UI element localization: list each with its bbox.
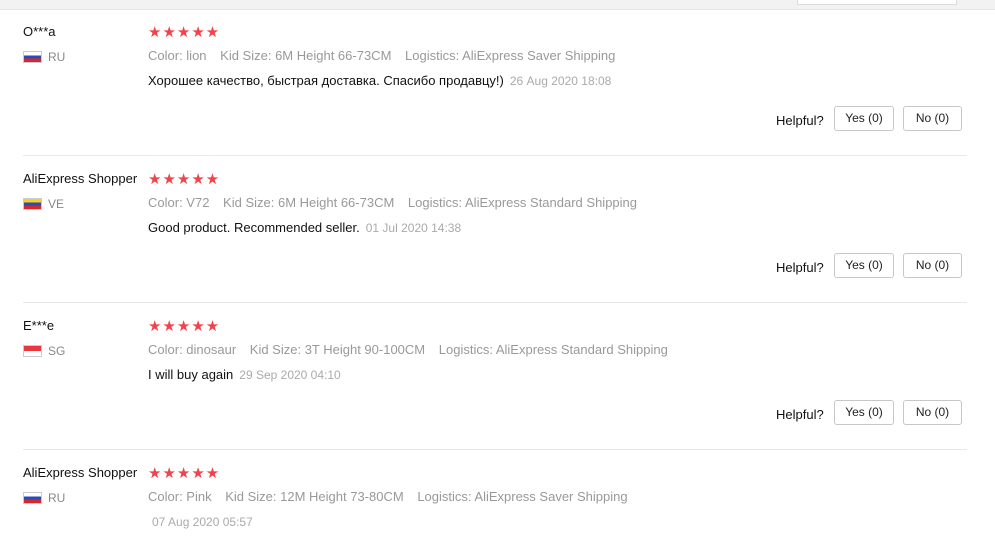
review-text: Good product. Recommended seller. — [148, 220, 360, 235]
review-divider — [23, 449, 967, 450]
helpful-no-button[interactable]: No (0) — [903, 106, 962, 131]
attr-color: Color: V72 — [148, 195, 210, 210]
attr-color: Color: Pink — [148, 489, 212, 504]
attr-size: Kid Size: 3T Height 90-100CM — [249, 342, 426, 357]
attr-logistics: Logistics: AliExpress Standard Shipping — [407, 195, 637, 210]
review-divider — [23, 155, 967, 156]
reviewer-country: SG — [23, 344, 65, 358]
attr-logistics: Logistics: AliExpress Saver Shipping — [417, 489, 628, 504]
reviewer-name: AliExpress Shopper — [23, 171, 138, 186]
review-attributes: Color: Pink Kid Size: 12M Height 73-80CM… — [148, 489, 628, 504]
star-rating: ★★★★★ — [148, 23, 220, 41]
star-rating: ★★★★★ — [148, 464, 220, 482]
country-code: SG — [48, 344, 66, 358]
star-rating: ★★★★★ — [148, 317, 220, 335]
attr-size: Kid Size: 6M Height 66-73CM — [223, 195, 395, 210]
reviewer-country: RU — [23, 50, 65, 64]
attr-color: Color: lion — [148, 48, 207, 63]
attr-logistics: Logistics: AliExpress Standard Shipping — [438, 342, 668, 357]
attr-size: Kid Size: 12M Height 73-80CM — [225, 489, 404, 504]
review-text-row: I will buy again 29 Sep 2020 04:10 — [148, 367, 341, 382]
review-attributes: Color: V72 Kid Size: 6M Height 66-73CM L… — [148, 195, 637, 210]
reviewer-name: E***e — [23, 318, 55, 333]
review-text: I will buy again — [148, 367, 234, 382]
review-attributes: Color: dinosaur Kid Size: 3T Height 90-1… — [148, 342, 668, 357]
review-attributes: Color: lion Kid Size: 6M Height 66-73CM … — [148, 48, 615, 63]
helpful-yes-button[interactable]: Yes (0) — [834, 253, 894, 278]
star-icon: ★★★★★ — [148, 465, 221, 482]
helpful-no-button[interactable]: No (0) — [903, 253, 962, 278]
country-code: RU — [48, 50, 66, 64]
reviewer-country: RU — [23, 491, 65, 505]
flag-ru-icon — [23, 492, 42, 504]
attr-logistics: Logistics: AliExpress Saver Shipping — [405, 48, 616, 63]
helpful-label: Helpful? — [776, 407, 824, 422]
star-rating: ★★★★★ — [148, 170, 220, 188]
review-date: 07 Aug 2020 05:57 — [152, 515, 253, 529]
helpful-yes-button[interactable]: Yes (0) — [834, 400, 894, 425]
reviewer-name: O***a — [23, 24, 56, 39]
review-date: 01 Jul 2020 14:38 — [365, 221, 462, 235]
review-date: 29 Sep 2020 04:10 — [239, 368, 341, 382]
review-text-row: Хорошее качество, быстрая доставка. Спас… — [148, 73, 611, 88]
helpful-no-button[interactable]: No (0) — [903, 400, 962, 425]
flag-sg-icon — [23, 345, 42, 357]
country-code: VE — [48, 197, 65, 211]
flag-ru-icon — [23, 51, 42, 63]
review-date: 26 Aug 2020 18:08 — [509, 74, 612, 88]
reviewer-country: VE — [23, 197, 64, 211]
flag-ve-icon — [23, 198, 42, 210]
attr-size: Kid Size: 6M Height 66-73CM — [220, 48, 392, 63]
review-text: Хорошее качество, быстрая доставка. Спас… — [148, 73, 504, 88]
reviewer-name: AliExpress Shopper — [23, 465, 138, 480]
sort-dropdown[interactable] — [797, 0, 957, 5]
attr-color: Color: dinosaur — [148, 342, 237, 357]
star-icon: ★★★★★ — [148, 318, 221, 335]
helpful-yes-button[interactable]: Yes (0) — [834, 106, 894, 131]
star-icon: ★★★★★ — [148, 171, 221, 188]
country-code: RU — [48, 491, 66, 505]
helpful-label: Helpful? — [776, 260, 824, 275]
helpful-label: Helpful? — [776, 113, 824, 128]
review-text-row: Good product. Recommended seller. 01 Jul … — [148, 220, 461, 235]
star-icon: ★★★★★ — [148, 24, 221, 41]
review-divider — [23, 302, 967, 303]
top-toolbar — [0, 0, 995, 10]
